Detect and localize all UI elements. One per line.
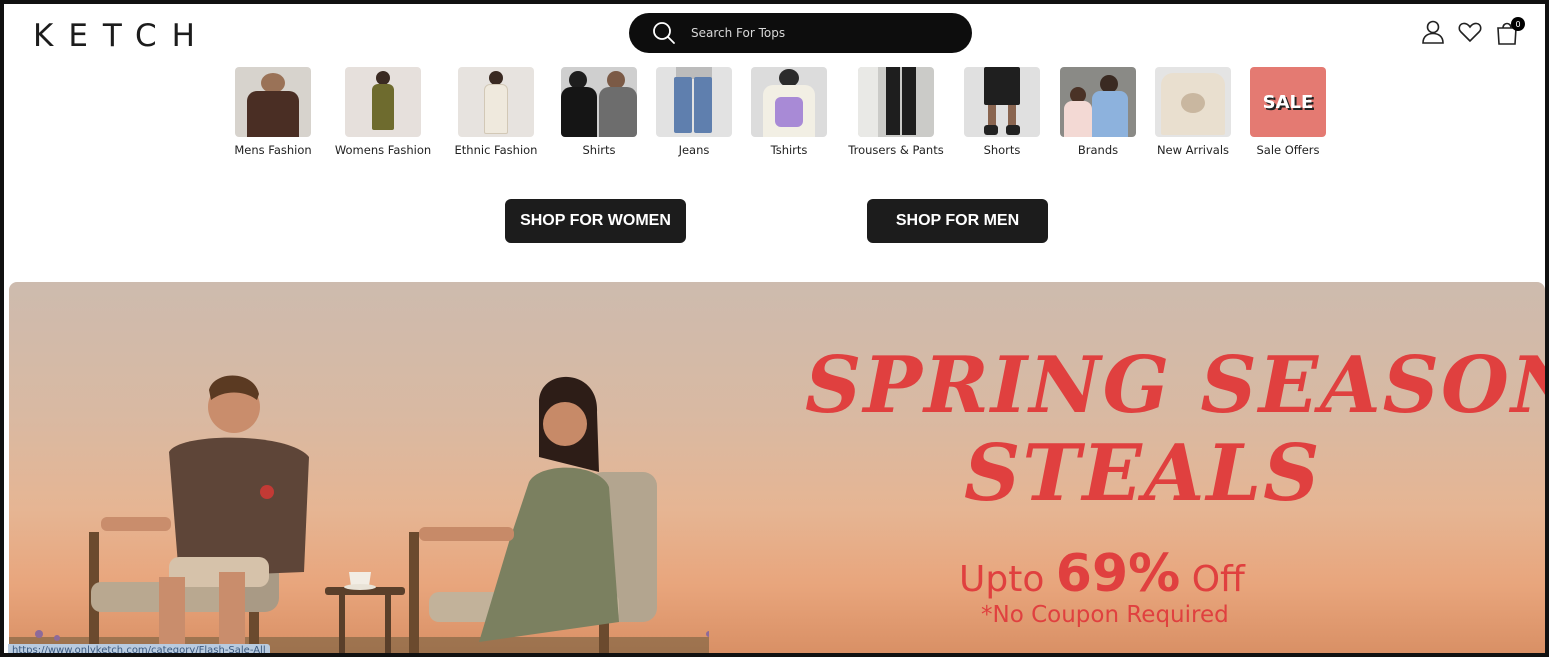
category-label[interactable]: Brands xyxy=(1078,143,1118,157)
category-label[interactable]: Jeans xyxy=(679,143,710,157)
category-thumbnail[interactable] xyxy=(561,67,637,137)
shop-for-women-button[interactable]: SHOP FOR WOMEN xyxy=(505,199,686,243)
category-thumbnail[interactable] xyxy=(656,67,732,137)
category-shorts[interactable]: Shorts xyxy=(952,67,1052,157)
category-brands[interactable]: Brands xyxy=(1048,67,1148,157)
category-label[interactable]: Mens Fashion xyxy=(234,143,311,157)
category-label[interactable]: Tshirts xyxy=(771,143,808,157)
account-icon[interactable] xyxy=(1420,19,1446,45)
banner-photo xyxy=(9,375,709,653)
heart-icon[interactable] xyxy=(1457,19,1483,45)
category-trousers-pants[interactable]: Trousers & Pants xyxy=(846,67,946,157)
category-ethnic-fashion[interactable]: Ethnic Fashion xyxy=(446,67,546,157)
category-womens-fashion[interactable]: Womens Fashion xyxy=(333,67,433,157)
search-bar[interactable] xyxy=(629,13,972,53)
shop-for-men-button[interactable]: SHOP FOR MEN xyxy=(867,199,1048,243)
search-icon[interactable] xyxy=(651,20,677,46)
category-sale-offers[interactable]: SALE Sale Offers xyxy=(1238,67,1338,157)
category-thumbnail[interactable] xyxy=(235,67,311,137)
category-label[interactable]: Womens Fashion xyxy=(335,143,431,157)
category-thumbnail[interactable] xyxy=(1155,67,1231,137)
category-thumbnail[interactable] xyxy=(964,67,1040,137)
category-label[interactable]: Shorts xyxy=(984,143,1021,157)
category-thumbnail[interactable] xyxy=(751,67,827,137)
category-new-arrivals[interactable]: New Arrivals xyxy=(1143,67,1243,157)
site-logo[interactable]: KETCH xyxy=(33,18,210,54)
sale-thumbnail-text: SALE xyxy=(1262,91,1314,113)
category-tshirts[interactable]: Tshirts xyxy=(739,67,839,157)
offer-prefix: Upto xyxy=(959,559,1056,600)
category-mens-fashion[interactable]: Mens Fashion xyxy=(223,67,323,157)
category-jeans[interactable]: Jeans xyxy=(644,67,744,157)
hero-banner[interactable]: SPRING SEASON STEALS Upto 69% Off *No Co… xyxy=(9,282,1545,653)
category-thumbnail[interactable] xyxy=(458,67,534,137)
category-label[interactable]: Sale Offers xyxy=(1256,143,1319,157)
banner-headline-second-line: STEALS xyxy=(964,428,1322,519)
category-shirts[interactable]: Shirts xyxy=(549,67,649,157)
status-bar-url: https://www.onlyketch.com/category/Flash… xyxy=(8,644,270,653)
banner-coupon-note: *No Coupon Required xyxy=(981,602,1229,628)
category-label[interactable]: Ethnic Fashion xyxy=(455,143,538,157)
category-label[interactable]: New Arrivals xyxy=(1157,143,1229,157)
category-thumbnail[interactable]: SALE xyxy=(1250,67,1326,137)
offer-suffix: Off xyxy=(1180,559,1245,600)
search-input[interactable] xyxy=(691,26,941,40)
category-label[interactable]: Trousers & Pants xyxy=(848,143,943,157)
category-thumbnail[interactable] xyxy=(1060,67,1136,137)
banner-offer: Upto 69% Off xyxy=(959,544,1245,604)
cart-count-badge: 0 xyxy=(1511,17,1525,31)
category-thumbnail[interactable] xyxy=(345,67,421,137)
page-frame: KETCH 0 Mens Fashion Womens Fashion xyxy=(0,0,1549,657)
banner-headline: SPRING SEASON xyxy=(805,340,1545,431)
offer-percentage: 69% xyxy=(1055,544,1181,604)
category-label[interactable]: Shirts xyxy=(582,143,615,157)
category-thumbnail[interactable] xyxy=(858,67,934,137)
